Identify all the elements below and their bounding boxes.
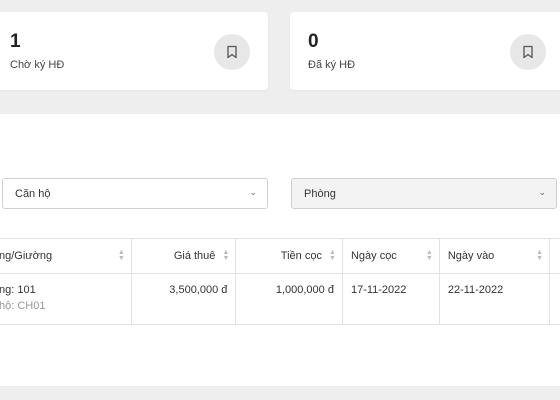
sort-icon[interactable]: ▲ ▼: [118, 249, 125, 262]
cell-overflow: [549, 273, 560, 325]
contracts-table: ng/Giường ▲ ▼ Giá thuê ▲ ▼ Tiền cọc ▲ ▼ Ngày c…: [0, 238, 560, 325]
room-name: ng: 101: [0, 284, 36, 296]
table-row[interactable]: ng: 101 hộ: CH01 3,500,000 đ 1,000,000 đ…: [0, 273, 560, 325]
room-select[interactable]: Phòng ⌄: [291, 178, 557, 209]
sort-icon[interactable]: ▲ ▼: [329, 249, 336, 262]
stat-card-signed: 0 Đã ký HĐ: [290, 12, 560, 90]
bookmark-icon: [510, 34, 546, 70]
apartment-select-value: Căn hộ: [15, 187, 51, 200]
column-header-rent[interactable]: Giá thuê ▲ ▼: [130, 238, 237, 274]
sort-icon[interactable]: ▲ ▼: [426, 249, 433, 262]
column-header-deposit-date[interactable]: Ngày cọc ▲ ▼: [341, 238, 440, 274]
apartment-name: hộ: CH01: [0, 300, 46, 312]
chevron-down-icon: ⌄: [538, 187, 546, 197]
sort-icon[interactable]: ▲ ▼: [222, 249, 229, 262]
room-select-value: Phòng: [304, 187, 336, 200]
chevron-down-icon: ⌄: [249, 187, 257, 197]
contracts-panel: Căn hộ ⌄ Phòng ⌄ ng/Giường ▲ ▼ Giá thuê ▲ ▼ …: [0, 114, 560, 386]
table-header-row: ng/Giường ▲ ▼ Giá thuê ▲ ▼ Tiền cọc ▲ ▼ Ngày c…: [0, 238, 560, 274]
stat-card-pending: 1 Chờ ký HĐ: [0, 12, 268, 90]
apartment-select[interactable]: Căn hộ ⌄: [2, 178, 268, 209]
cell-move-in-date: 22-11-2022: [438, 273, 551, 325]
stat-count: 1: [10, 31, 21, 52]
column-header-deposit[interactable]: Tiền cọc ▲ ▼: [235, 238, 343, 274]
column-header-room[interactable]: ng/Giường ▲ ▼: [0, 238, 132, 274]
column-header-move-in-date[interactable]: Ngày vào ▲ ▼: [438, 238, 551, 274]
stat-label: Chờ ký HĐ: [10, 59, 65, 71]
column-header-overflow: [549, 238, 560, 274]
cell-deposit: 1,000,000 đ: [235, 273, 343, 325]
sort-icon[interactable]: ▲ ▼: [536, 249, 543, 262]
cell-room: ng: 101 hộ: CH01: [0, 273, 132, 325]
bookmark-icon: [214, 34, 250, 70]
stat-count: 0: [308, 31, 319, 52]
stat-label: Đã ký HĐ: [308, 59, 356, 71]
cell-rent: 3,500,000 đ: [130, 273, 237, 325]
cell-deposit-date: 17-11-2022: [341, 273, 440, 325]
